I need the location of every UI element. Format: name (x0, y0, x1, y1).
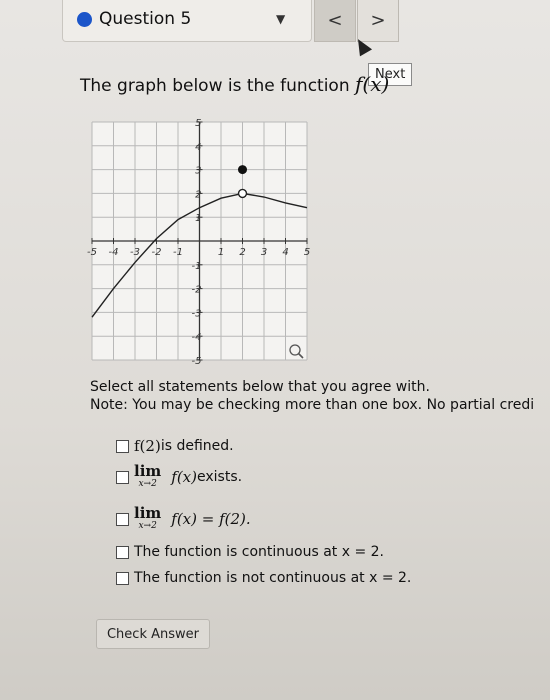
x-tick-label: -2 (152, 247, 162, 258)
check-answer-button[interactable]: Check Answer (96, 619, 210, 649)
option-math: f(x) = f(2). (171, 510, 251, 528)
checkbox[interactable] (116, 470, 129, 484)
x-tick-label: -3 (130, 247, 140, 258)
option-limit-equals-value[interactable]: lim x→2 f(x) = f(2). (116, 506, 251, 532)
option-limit-exists[interactable]: lim x→2 f(x) exists. (116, 464, 242, 490)
option-text: The function is not continuous at x = 2. (134, 570, 412, 586)
x-tick-label: 4 (282, 247, 288, 258)
y-tick-label: 2 (195, 189, 201, 200)
instructions-line-1: Select all statements below that you agr… (90, 379, 430, 395)
limit-word: lim (134, 504, 162, 522)
limit-subscript: x→2 (138, 521, 157, 531)
option-f2-defined[interactable]: f(2) is defined. (116, 437, 234, 455)
y-tick-label: 3 (195, 166, 201, 177)
option-math: f(2) (134, 437, 161, 455)
chevron-left-icon: < (327, 10, 343, 31)
question-selector[interactable]: Question 5 ▼ (62, 0, 312, 42)
prompt-text: The graph below is the function (80, 76, 356, 96)
y-tick-label: -1 (192, 261, 202, 272)
x-tick-label: 5 (304, 247, 310, 258)
y-tick-label: -3 (192, 308, 202, 319)
instructions-line-2: Note: You may be checking more than one … (90, 397, 535, 413)
option-text: exists. (197, 469, 243, 485)
option-text: The function is continuous at x = 2. (134, 544, 384, 560)
y-tick-label: -5 (192, 356, 202, 367)
function-graph: -5 -4 -3 -2 -1 1 2 3 4 5 5 4 3 2 1 -1 -2 -3 -4 -5 (87, 118, 310, 367)
caret-down-icon[interactable]: ▼ (276, 12, 285, 26)
option-continuous[interactable]: The function is continuous at x = 2. (116, 544, 384, 560)
previous-question-button[interactable]: < (314, 0, 356, 42)
x-tick-label: -5 (87, 247, 97, 258)
y-tick-label: 4 (195, 142, 201, 153)
instructions: Select all statements below that you agr… (90, 378, 534, 414)
limit-word: lim (134, 462, 162, 480)
question-prompt: The graph below is the function f(x) (80, 72, 389, 96)
page: Question 5 ▼ < > Next The graph below is… (0, 0, 550, 700)
option-text: is defined. (160, 438, 234, 454)
x-tick-label: -1 (173, 247, 183, 258)
x-tick-label: 3 (261, 247, 267, 258)
option-not-continuous[interactable]: The function is not continuous at x = 2. (116, 570, 411, 586)
question-label: Question 5 (99, 9, 192, 29)
status-dot-icon (77, 12, 92, 27)
closed-point (238, 165, 247, 175)
limit-notation: lim x→2 (134, 464, 161, 490)
chevron-right-icon: > (370, 10, 386, 31)
x-tick-label: -4 (109, 247, 119, 258)
x-tick-label: 1 (218, 247, 224, 258)
prompt-function: f(x) (355, 72, 390, 96)
y-tick-label: -4 (192, 332, 202, 343)
x-tick-label: 2 (239, 247, 245, 258)
checkbox[interactable] (116, 512, 129, 526)
open-point (237, 188, 248, 199)
option-math: f(x) (171, 468, 197, 486)
checkbox[interactable] (116, 545, 129, 559)
y-tick-label: 1 (195, 213, 201, 224)
limit-notation: lim x→2 (134, 506, 161, 532)
y-tick-label: 5 (195, 118, 201, 129)
checkbox[interactable] (116, 439, 129, 453)
checkbox[interactable] (116, 571, 129, 585)
limit-subscript: x→2 (138, 479, 157, 489)
y-tick-label: -2 (192, 285, 202, 296)
